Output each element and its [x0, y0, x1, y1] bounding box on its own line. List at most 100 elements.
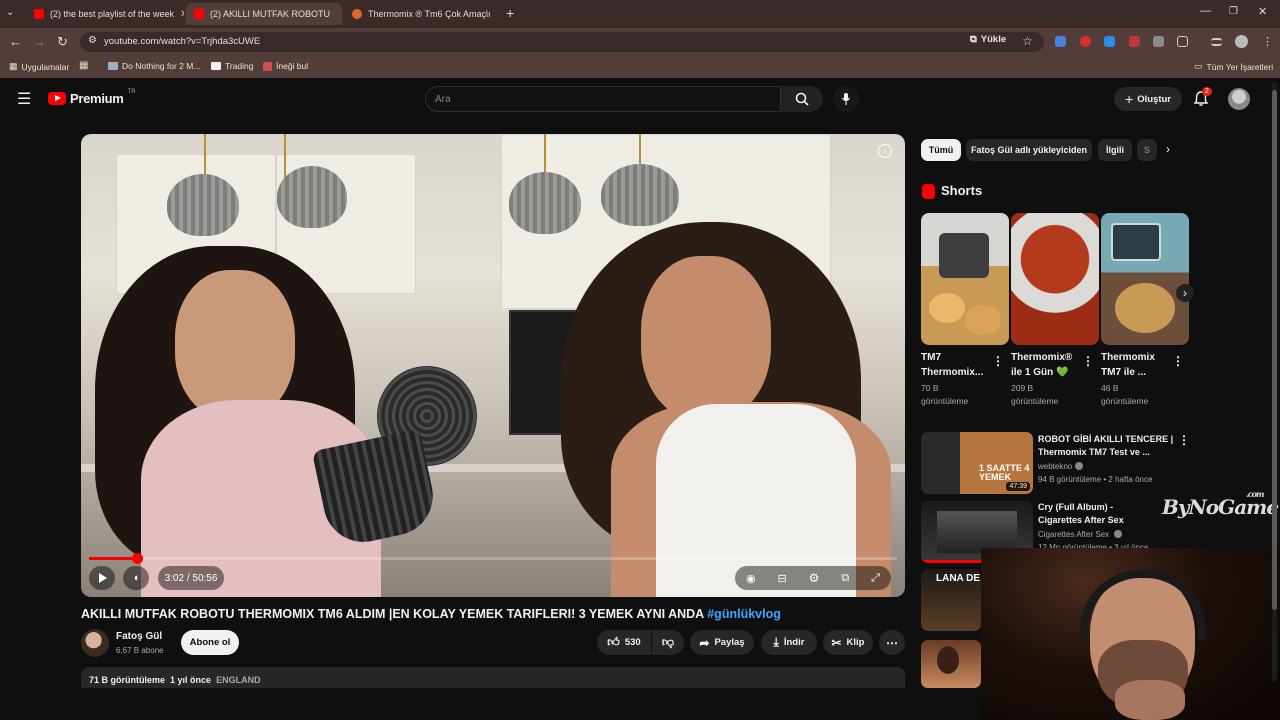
location-tag[interactable]: ENGLAND — [216, 675, 261, 685]
more-horizontal-icon: ⋯ — [886, 635, 898, 650]
install-button[interactable]: ⧉ Yükle — [970, 34, 1006, 45]
thermomix-favicon-icon — [352, 9, 362, 19]
short-title[interactable]: Thermomix® ile 1 Gün 💚 — [1011, 350, 1083, 380]
play-button[interactable] — [89, 566, 115, 590]
short-thumbnail[interactable] — [921, 213, 1009, 345]
rec-title[interactable]: Cry (Full Album) - Cigarettes After Sex — [1038, 501, 1158, 527]
short-thumbnail[interactable] — [1101, 213, 1189, 345]
hamburger-menu-icon[interactable]: ☰ — [17, 89, 31, 109]
reload-icon[interactable]: ↻ — [57, 34, 68, 50]
close-window-icon[interactable]: ✕ — [1258, 5, 1267, 18]
progress-bar[interactable] — [89, 553, 897, 564]
share-label: Paylaş — [714, 637, 745, 648]
page-scrollbar-thumb[interactable] — [1272, 90, 1277, 610]
short-title[interactable]: Thermomix TM7 ile ... — [1101, 350, 1173, 380]
chip-label: Tümü — [928, 145, 954, 155]
bookmark-apps[interactable]: ▦ Uygulamalar — [9, 61, 69, 72]
dislike-button[interactable]: 👎︎ — [652, 630, 684, 655]
watermark-sub: .com — [1246, 489, 1264, 499]
rec-menu-icon[interactable]: ⋮ — [1178, 433, 1190, 447]
chip-label: S — [1143, 145, 1150, 155]
extension-pen-icon[interactable] — [1055, 36, 1066, 47]
short-menu-icon[interactable]: ⋮ — [1172, 354, 1184, 368]
video-player[interactable]: i — [81, 134, 905, 597]
apps-grid-icon: ▦ — [9, 61, 18, 71]
video-hashtag-link[interactable]: #günlükvlog — [707, 607, 781, 621]
tab-thermomix[interactable]: Thermomix ® Tm6 Çok Amaçlı ✕ — [344, 3, 498, 25]
short-menu-icon[interactable]: ⋮ — [992, 354, 1004, 368]
chip-related[interactable]: İlgili — [1098, 139, 1132, 161]
extension-shield-icon[interactable] — [1153, 36, 1164, 47]
close-tab-icon[interactable]: ✕ — [491, 9, 499, 20]
audio-playing-icon[interactable]: 🔊 — [336, 9, 342, 20]
browser-menu-icon[interactable]: ⋮ — [1262, 35, 1273, 48]
extensions-puzzle-icon[interactable] — [1177, 36, 1188, 47]
chip-from-uploader[interactable]: Fatoş Gül adlı yükleyiciden — [966, 139, 1092, 161]
restore-icon[interactable]: ❐ — [1229, 6, 1238, 17]
all-bookmarks[interactable]: ▭ Tüm Yer İşaretleri — [1194, 61, 1273, 72]
share-button[interactable]: ➦ Paylaş — [690, 630, 754, 655]
subtitles-icon[interactable]: ⊟ — [778, 572, 787, 585]
voice-search-button[interactable] — [833, 86, 859, 112]
short-thumbnail[interactable] — [1011, 213, 1099, 345]
short-title[interactable]: TM7 Thermomix... — [921, 350, 993, 380]
more-actions-button[interactable]: ⋯ — [879, 630, 905, 655]
rec-thumbnail[interactable] — [921, 640, 981, 688]
share-arrow-icon: ➦ — [699, 635, 710, 650]
site-info-icon[interactable]: ⚙ — [88, 35, 97, 46]
download-icon: ⤓ — [773, 635, 779, 649]
tab-title: Thermomix ® Tm6 Çok Amaçlı — [368, 9, 491, 19]
chip-all[interactable]: Tümü — [921, 139, 961, 161]
short-menu-icon[interactable]: ⋮ — [1082, 354, 1094, 368]
settings-gear-icon[interactable]: ⚙ — [809, 571, 820, 585]
bookmark-trading[interactable]: Trading — [211, 61, 254, 71]
chips-next-icon[interactable]: › — [1166, 142, 1170, 156]
fullscreen-icon[interactable]: ⤢ — [871, 572, 880, 585]
tab-playlist[interactable]: (2) the best playlist of the week ✕ — [26, 3, 184, 25]
rec-thumbnail[interactable]: 1 SAATTE 4 YEMEK 47:39 — [921, 432, 1033, 494]
subscribe-button[interactable]: Abone ol — [181, 630, 239, 655]
url-text[interactable]: youtube.com/watch?v=Trjhda3cUWE — [104, 36, 260, 47]
autoplay-toggle-icon[interactable]: ◉ — [746, 572, 756, 585]
channel-name[interactable]: Fatoş Gül — [116, 631, 162, 642]
extension-red-icon[interactable] — [1080, 36, 1091, 47]
like-button[interactable]: 👍︎ 530 — [597, 630, 651, 655]
scene-person-right-face — [641, 256, 771, 421]
tab-current-video[interactable]: (2) AKILLI MUTFAK ROBOTU 🔊 ✕ — [186, 3, 342, 25]
search-button[interactable] — [781, 86, 823, 112]
shorts-next-icon[interactable]: › — [1176, 284, 1194, 302]
search-input[interactable]: Ara — [425, 86, 781, 112]
notifications-button[interactable]: 2 — [1193, 87, 1212, 112]
clip-button[interactable]: ✂ Klip — [823, 630, 873, 655]
create-button[interactable]: + Oluştur — [1114, 87, 1182, 111]
forward-icon[interactable]: → — [33, 34, 46, 49]
rec-thumbnail[interactable]: LANA DE — [921, 569, 981, 631]
bookmark-inegi-bul[interactable]: İneği bul — [263, 61, 308, 71]
download-button[interactable]: ⤓ İndir — [761, 630, 817, 655]
youtube-premium-logo[interactable]: Premium TR — [48, 89, 136, 106]
minimize-icon[interactable]: — — [1200, 5, 1211, 17]
video-info-icon[interactable]: i — [878, 144, 892, 158]
bookmark-star-icon[interactable]: ☆ — [1022, 34, 1033, 48]
reading-list-icon[interactable] — [1211, 38, 1222, 46]
profile-avatar-icon[interactable] — [1235, 35, 1248, 48]
rec-title[interactable]: ROBOT GİBİ AKILLI TENCERE | Thermomix TM… — [1038, 433, 1178, 459]
miniplayer-icon[interactable]: ⧉ — [841, 572, 849, 585]
close-tab-icon[interactable]: ✕ — [174, 9, 184, 20]
back-icon[interactable]: ← — [9, 34, 22, 49]
extension-recorder-icon[interactable] — [1129, 36, 1140, 47]
channel-avatar[interactable] — [81, 629, 109, 657]
video-duration: 47:39 — [1006, 482, 1030, 491]
thumbs-up-icon: 👍︎ — [607, 635, 620, 649]
tab-search-chevron-icon[interactable]: ⌄ — [6, 7, 14, 18]
rec-channel[interactable]: Cigarettes After Sex — [1038, 530, 1109, 539]
rec-channel[interactable]: webtekno — [1038, 462, 1072, 471]
view-count: 71 B görüntüleme — [89, 675, 166, 685]
volume-button[interactable]: ◖ — [123, 566, 149, 590]
bookmark-do-nothing[interactable]: Do Nothing for 2 M... — [108, 61, 200, 71]
tab-groups-icon[interactable]: ▦ — [79, 60, 88, 71]
extension-blue-icon[interactable] — [1104, 36, 1115, 47]
new-tab-icon[interactable]: + — [506, 5, 514, 21]
chip-more[interactable]: S — [1137, 139, 1157, 161]
account-avatar[interactable] — [1228, 88, 1250, 110]
